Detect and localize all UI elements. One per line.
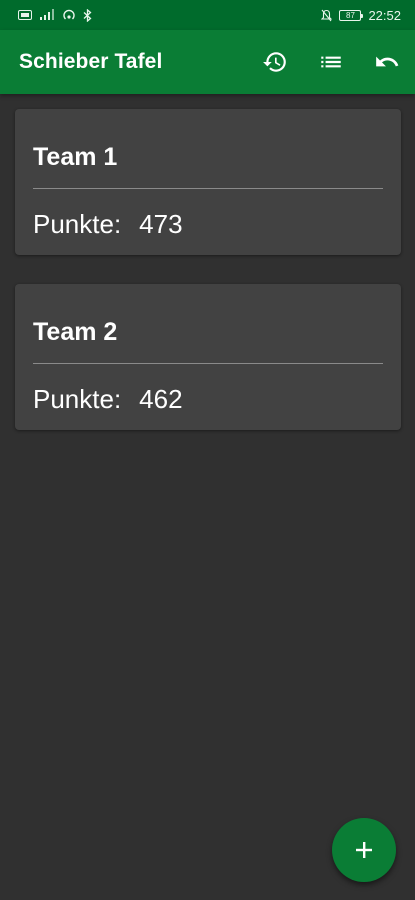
battery-icon: 87: [339, 9, 364, 21]
plus-icon: [356, 842, 372, 858]
undo-icon: [376, 56, 399, 67]
team-card[interactable]: Team 1 Punkte: 473: [15, 109, 401, 255]
points-label: Punkte:: [33, 384, 122, 414]
add-round-button[interactable]: [332, 818, 396, 882]
points-label: Punkte:: [33, 209, 122, 239]
points-value: 473: [139, 209, 183, 239]
sim-card-icon: [18, 10, 32, 20]
points-value: 462: [139, 384, 183, 414]
undo-button[interactable]: [359, 30, 415, 94]
team-card[interactable]: Team 2 Punkte: 462: [15, 284, 401, 430]
bluetooth-icon: [83, 8, 92, 22]
points-row: Punkte: 473: [33, 208, 383, 240]
status-icons-left: [18, 8, 92, 22]
status-icons-right: 87 22:52: [321, 8, 401, 23]
divider: [33, 363, 383, 364]
notifications-off-icon: [321, 9, 333, 21]
status-bar: 87 22:52: [0, 0, 415, 30]
hotspot-icon: [63, 9, 75, 20]
app-title: Schieber Tafel: [19, 50, 163, 73]
team-name: Team 1: [33, 143, 118, 171]
history-button[interactable]: [247, 30, 303, 94]
status-time: 22:52: [368, 7, 401, 23]
points-row: Punkte: 462: [33, 383, 383, 415]
divider: [33, 188, 383, 189]
list-icon: [321, 56, 341, 68]
app-bar: Schieber Tafel: [0, 30, 415, 94]
team-name: Team 2: [33, 318, 118, 346]
app-bar-actions: [247, 30, 415, 94]
history-icon: [263, 52, 286, 72]
list-button[interactable]: [303, 30, 359, 94]
signal-icon: [40, 9, 54, 20]
